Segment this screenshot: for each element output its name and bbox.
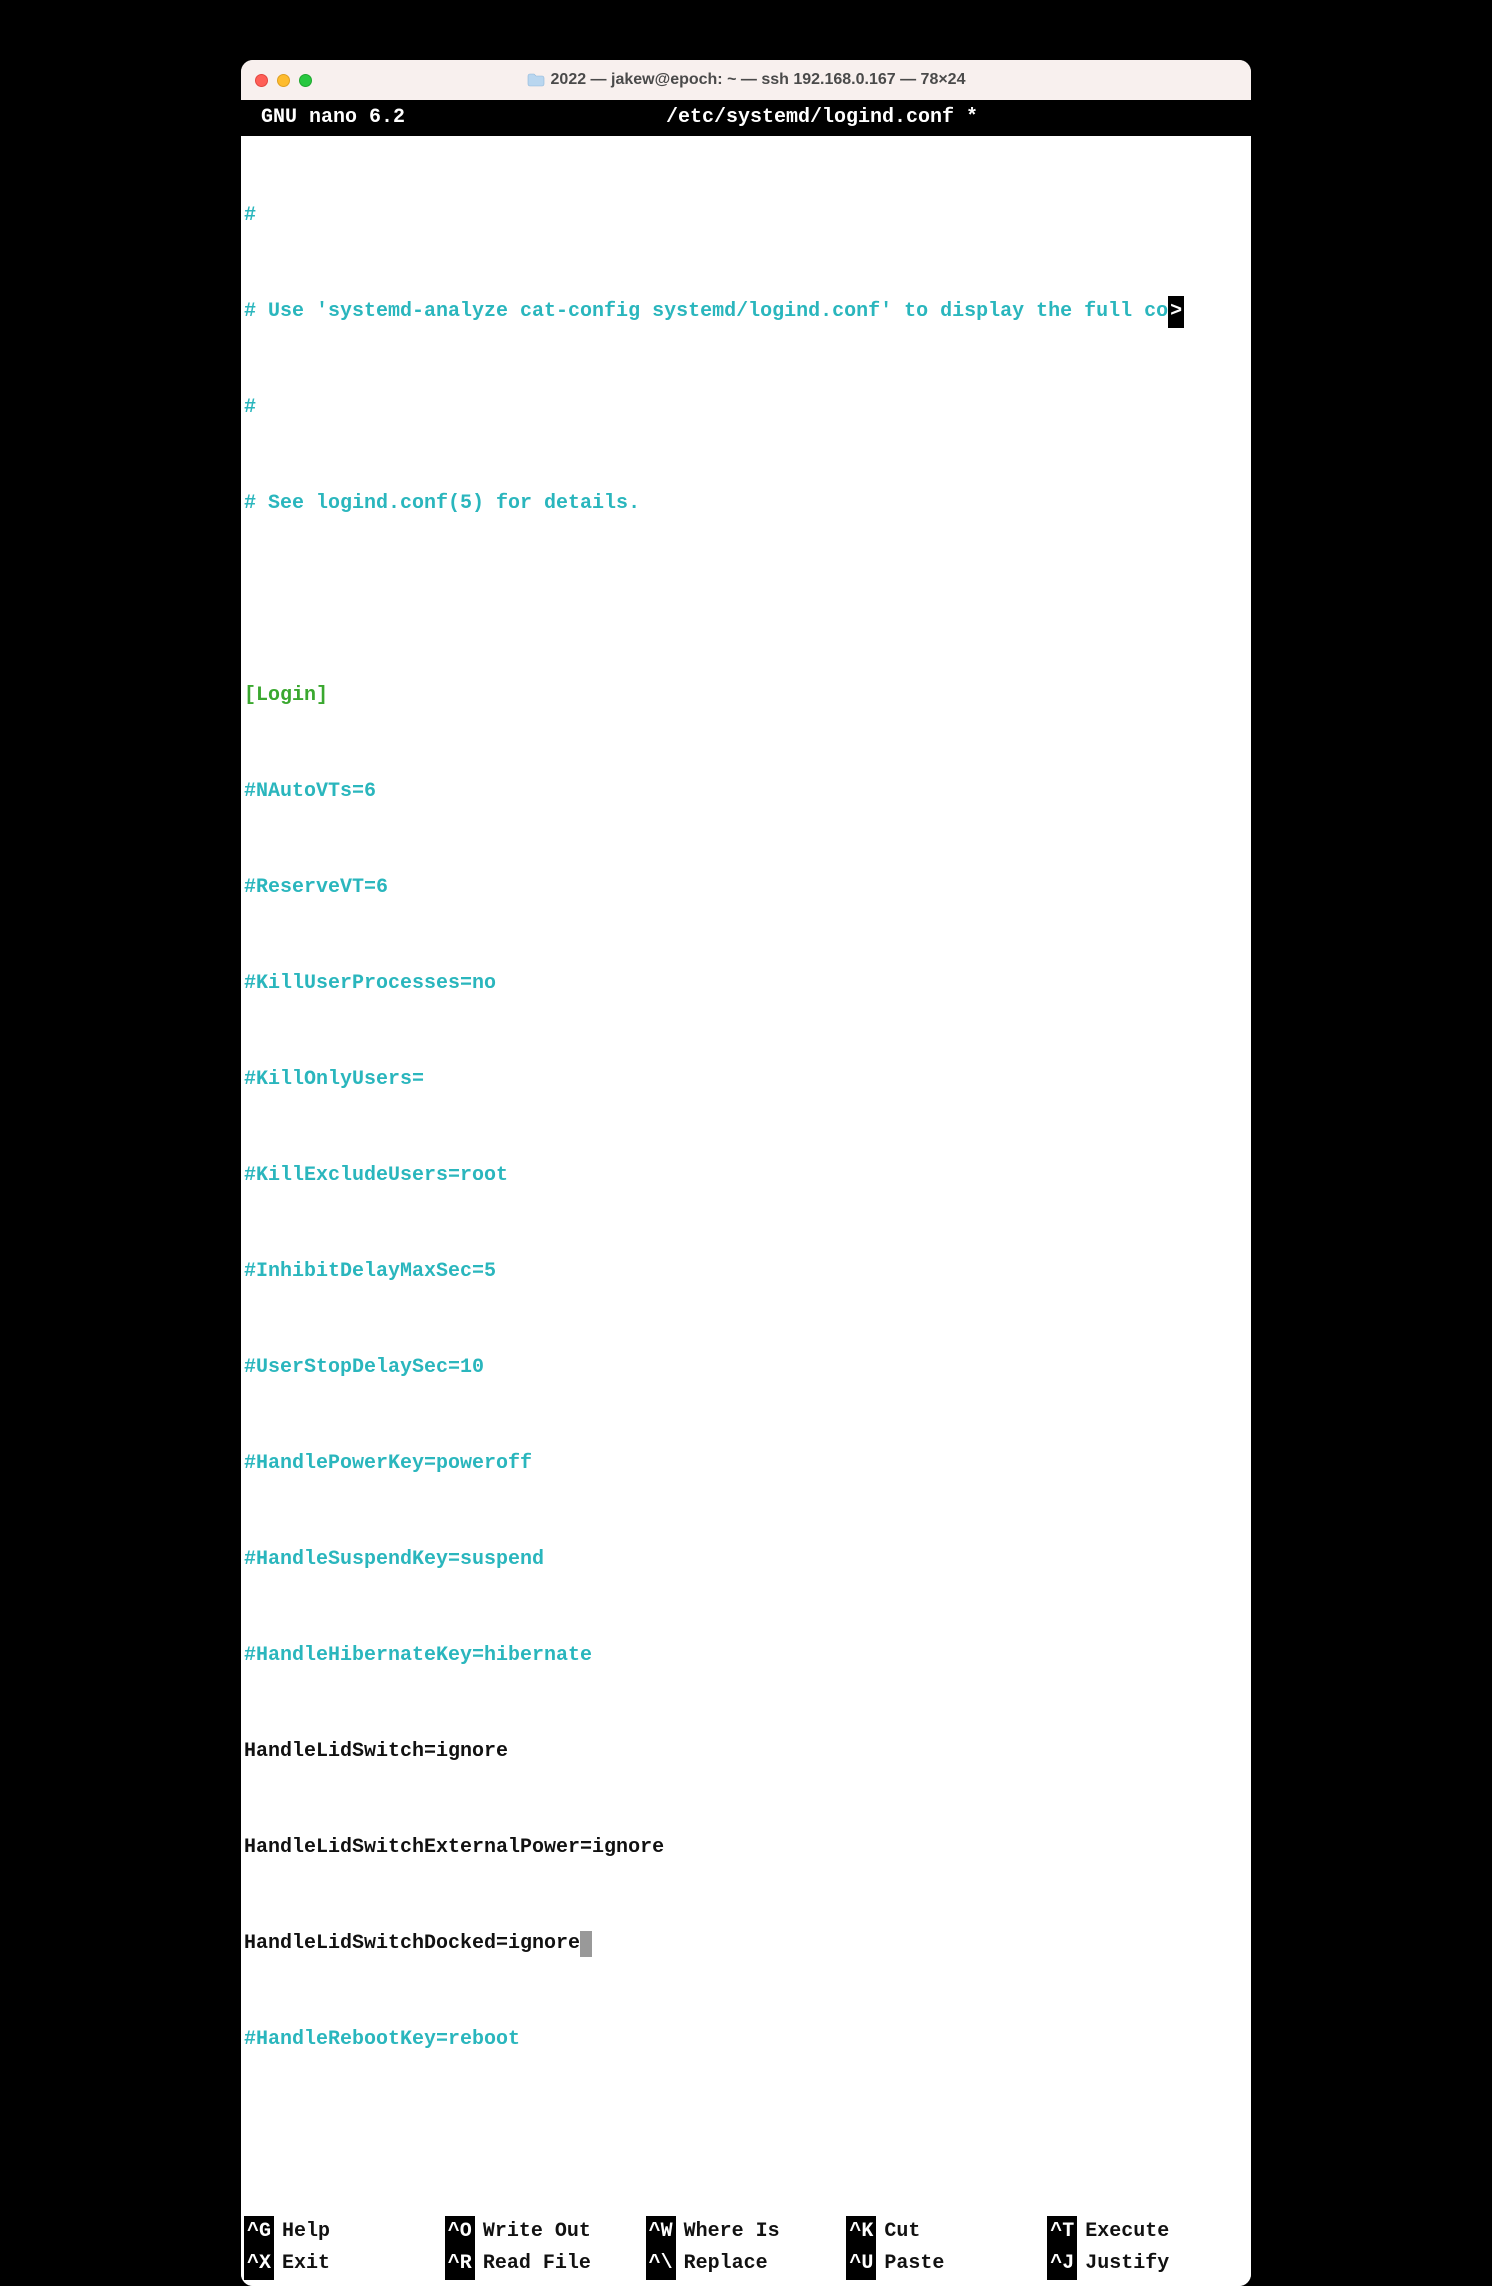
shortcut-key: ^R <box>445 2248 475 2280</box>
minimize-icon[interactable] <box>277 74 290 87</box>
file-line: #HandleRebootKey=reboot <box>244 2024 520 2056</box>
title-text-wrap: 2022 — jakew@epoch: ~ — ssh 192.168.0.16… <box>241 71 1251 89</box>
file-line: HandleLidSwitchExternalPower=ignore <box>244 1832 664 1864</box>
close-icon[interactable] <box>255 74 268 87</box>
file-line: # <box>244 200 256 232</box>
shortcut-label: Execute <box>1085 2216 1169 2248</box>
shortcut-key: ^K <box>846 2216 876 2248</box>
shortcut-key: ^O <box>445 2216 475 2248</box>
file-line: HandleLidSwitch=ignore <box>244 1736 508 1768</box>
file-line: # See logind.conf(5) for details. <box>244 488 640 520</box>
shortcut-label: Cut <box>884 2216 920 2248</box>
shortcut-execute[interactable]: ^TExecute <box>1047 2216 1248 2248</box>
shortcut-label: Help <box>282 2216 330 2248</box>
file-line: #HandlePowerKey=poweroff <box>244 1448 532 1480</box>
file-line: #InhibitDelayMaxSec=5 <box>244 1256 496 1288</box>
shortcut-paste[interactable]: ^UPaste <box>846 2248 1047 2280</box>
text-cursor <box>580 1931 592 1957</box>
shortcut-key: ^U <box>846 2248 876 2280</box>
file-line: #UserStopDelaySec=10 <box>244 1352 484 1384</box>
file-content[interactable]: # # Use 'systemd-analyze cat-config syst… <box>241 136 1251 2216</box>
nano-file-name: /etc/systemd/logind.conf * <box>405 102 1239 134</box>
file-line-section: [Login] <box>244 680 328 712</box>
shortcut-justify[interactable]: ^JJustify <box>1047 2248 1248 2280</box>
shortcut-key: ^G <box>244 2216 274 2248</box>
shortcut-label: Read File <box>483 2248 591 2280</box>
file-line: #KillExcludeUsers=root <box>244 1160 508 1192</box>
file-line: #ReserveVT=6 <box>244 872 388 904</box>
file-line: # Use 'systemd-analyze cat-config system… <box>244 296 1168 328</box>
terminal-body[interactable]: GNU nano 6.2 /etc/systemd/logind.conf * … <box>241 100 1251 2286</box>
zoom-icon[interactable] <box>299 74 312 87</box>
shortcut-key: ^W <box>646 2216 676 2248</box>
nano-app-name: GNU nano 6.2 <box>261 102 405 134</box>
shortcut-cut[interactable]: ^KCut <box>846 2216 1047 2248</box>
line-truncation-icon: > <box>1168 296 1184 328</box>
file-line: #KillUserProcesses=no <box>244 968 496 1000</box>
file-line: #HandleHibernateKey=hibernate <box>244 1640 592 1672</box>
nano-header: GNU nano 6.2 /etc/systemd/logind.conf * <box>241 100 1251 136</box>
shortcut-read-file[interactable]: ^RRead File <box>445 2248 646 2280</box>
folder-icon <box>527 73 545 87</box>
shortcut-label: Paste <box>884 2248 944 2280</box>
file-line: #KillOnlyUsers= <box>244 1064 424 1096</box>
traffic-lights <box>255 74 312 87</box>
shortcut-write-out[interactable]: ^OWrite Out <box>445 2216 646 2248</box>
blank-line <box>244 2120 1251 2152</box>
file-line: #HandleSuspendKey=suspend <box>244 1544 544 1576</box>
terminal-window: 2022 — jakew@epoch: ~ — ssh 192.168.0.16… <box>241 60 1251 2286</box>
file-line: HandleLidSwitchDocked=ignore <box>244 1928 580 1960</box>
shortcut-help[interactable]: ^GHelp <box>244 2216 445 2248</box>
shortcut-where-is[interactable]: ^WWhere Is <box>646 2216 847 2248</box>
shortcut-label: Justify <box>1085 2248 1169 2280</box>
file-line: #NAutoVTs=6 <box>244 776 376 808</box>
shortcut-replace[interactable]: ^\Replace <box>646 2248 847 2280</box>
shortcut-key: ^J <box>1047 2248 1077 2280</box>
shortcut-label: Replace <box>684 2248 768 2280</box>
shortcut-key: ^\ <box>646 2248 676 2280</box>
shortcut-label: Write Out <box>483 2216 591 2248</box>
window-title: 2022 — jakew@epoch: ~ — ssh 192.168.0.16… <box>551 71 966 89</box>
shortcut-key: ^X <box>244 2248 274 2280</box>
file-line: # <box>244 392 256 424</box>
shortcut-exit[interactable]: ^XExit <box>244 2248 445 2280</box>
shortcut-label: Where Is <box>684 2216 780 2248</box>
shortcut-label: Exit <box>282 2248 330 2280</box>
nano-shortcut-bar: ^GHelp ^OWrite Out ^WWhere Is ^KCut ^TEx… <box>241 2216 1251 2286</box>
shortcut-key: ^T <box>1047 2216 1077 2248</box>
window-titlebar: 2022 — jakew@epoch: ~ — ssh 192.168.0.16… <box>241 60 1251 100</box>
